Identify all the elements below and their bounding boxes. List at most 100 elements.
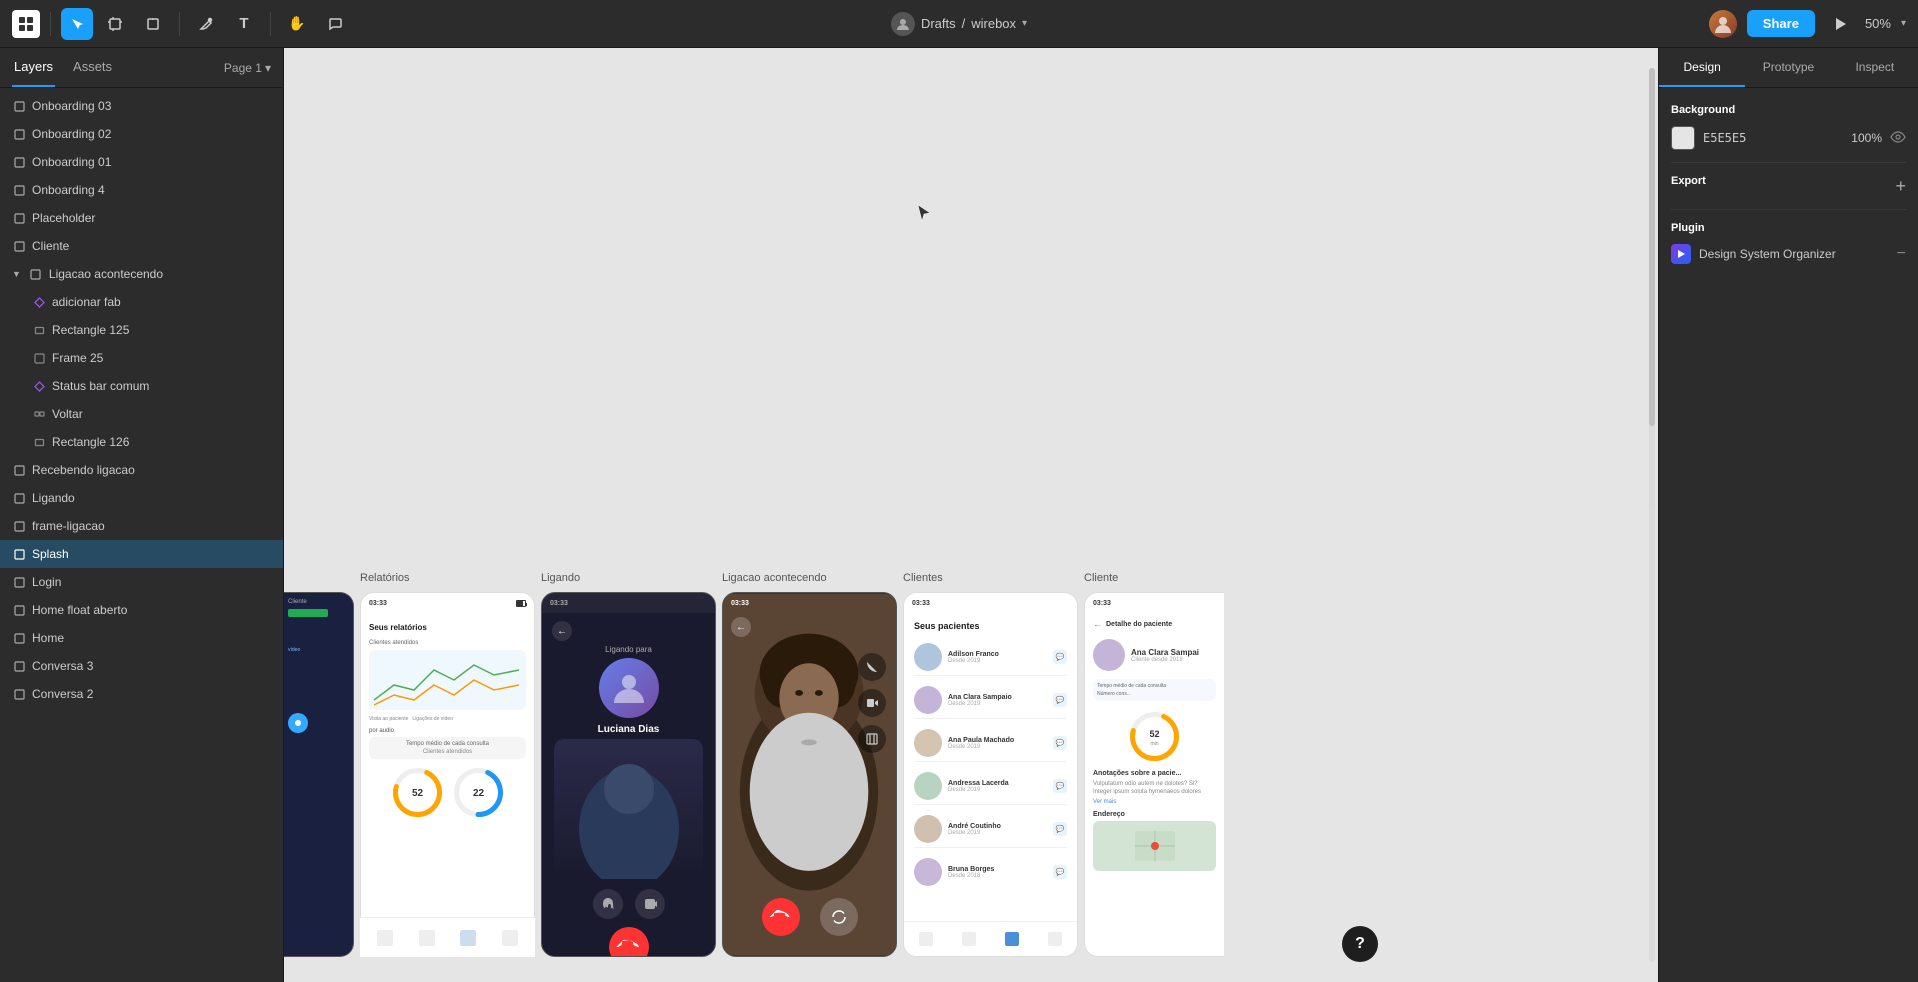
- canvas-frames-row: Cliente vídeo Relatórios 03:33: [284, 552, 1648, 982]
- tab-layers[interactable]: Layers: [12, 48, 55, 87]
- layer-item[interactable]: ▼ Ligacao acontecendo: [0, 260, 283, 288]
- svg-text:min: min: [1150, 741, 1158, 747]
- layer-item[interactable]: Frame 25: [0, 344, 283, 372]
- filename-label[interactable]: wirebox: [971, 16, 1016, 31]
- layer-item[interactable]: Conversa 2: [0, 680, 283, 708]
- breadcrumb-separator: /: [962, 16, 966, 31]
- plugin-icon: [1671, 244, 1691, 264]
- toolbar-right: Share 50% ▾: [1709, 9, 1906, 39]
- export-section-title: Export: [1671, 175, 1706, 187]
- layer-item[interactable]: adicionar fab: [0, 288, 283, 316]
- vertical-scrollbar[interactable]: [1649, 68, 1655, 962]
- frame-label: Cliente: [1084, 572, 1118, 584]
- frame-icon: [12, 659, 26, 673]
- frame-relatorios: Relatórios 03:33 Seus relatórios: [360, 592, 535, 957]
- left-tabs: Layers Assets Page 1 ▾: [0, 48, 283, 88]
- layer-item[interactable]: Placeholder: [0, 204, 283, 232]
- select-tool[interactable]: [61, 8, 93, 40]
- shape-tool[interactable]: [137, 8, 169, 40]
- frame-clientes: Clientes 03:33 Seus pacientes: [903, 592, 1078, 957]
- frame-icon: [12, 463, 26, 477]
- home-button[interactable]: [12, 10, 40, 38]
- layer-item[interactable]: Onboarding 03: [0, 92, 283, 120]
- zoom-level[interactable]: 50%: [1865, 16, 1891, 31]
- tab-prototype[interactable]: Prototype: [1745, 48, 1831, 87]
- partial-frame: Cliente vídeo: [284, 592, 354, 957]
- frame-icon: [12, 575, 26, 589]
- layer-item[interactable]: Cliente: [0, 232, 283, 260]
- zoom-caret[interactable]: ▾: [1901, 18, 1906, 29]
- frame-label: Clientes: [903, 572, 943, 584]
- frame-icon: [12, 239, 26, 253]
- background-color-swatch[interactable]: [1671, 126, 1695, 150]
- layer-item[interactable]: Onboarding 4: [0, 176, 283, 204]
- background-opacity[interactable]: 100%: [1851, 131, 1882, 145]
- frame-icon: [12, 211, 26, 225]
- export-add-button[interactable]: +: [1895, 176, 1906, 197]
- pen-tool[interactable]: [190, 8, 222, 40]
- toolbar-left: T ✋: [12, 8, 351, 40]
- layer-item[interactable]: Rectangle 125: [0, 316, 283, 344]
- plugin-name: Design System Organizer: [1699, 247, 1889, 261]
- frame-icon: [12, 631, 26, 645]
- layer-item[interactable]: Login: [0, 568, 283, 596]
- frame-ligacao-acontecendo: Ligacao acontecendo: [722, 592, 897, 957]
- right-panel-tabs: Design Prototype Inspect: [1659, 48, 1918, 88]
- divider-1: [1671, 162, 1906, 163]
- plugin-section-title: Plugin: [1671, 222, 1906, 234]
- frame-icon: [29, 267, 43, 281]
- scrollbar-thumb[interactable]: [1649, 68, 1655, 426]
- layer-item[interactable]: Status bar comum: [0, 372, 283, 400]
- tab-design[interactable]: Design: [1659, 48, 1745, 87]
- frame-label: Ligando: [541, 572, 580, 584]
- group-icon: [32, 407, 46, 421]
- frame-icon: [12, 491, 26, 505]
- tab-inspect[interactable]: Inspect: [1832, 48, 1918, 87]
- toolbar-center: Drafts / wirebox ▾: [891, 12, 1027, 36]
- share-button[interactable]: Share: [1747, 10, 1815, 37]
- plugin-remove-button[interactable]: −: [1897, 245, 1906, 263]
- component-icon: [32, 295, 46, 309]
- svg-text:22: 22: [472, 788, 484, 799]
- layer-item-splash[interactable]: Splash: [0, 540, 283, 568]
- user-avatar-small: [891, 12, 915, 36]
- layer-item[interactable]: Home float aberto: [0, 596, 283, 624]
- comment-tool[interactable]: [319, 8, 351, 40]
- play-button[interactable]: [1825, 9, 1855, 39]
- component-icon: [32, 379, 46, 393]
- hand-tool[interactable]: ✋: [281, 8, 313, 40]
- canvas-area[interactable]: Cliente vídeo Relatórios 03:33: [284, 48, 1658, 982]
- layer-item[interactable]: frame-ligacao: [0, 512, 283, 540]
- svg-text:52: 52: [411, 788, 423, 799]
- expand-caret: ▼: [12, 269, 21, 279]
- layer-item[interactable]: Onboarding 02: [0, 120, 283, 148]
- help-button[interactable]: ?: [1342, 926, 1378, 962]
- frame-icon: [12, 183, 26, 197]
- layer-item[interactable]: Recebendo ligacao: [0, 456, 283, 484]
- background-hex[interactable]: E5E5E5: [1703, 131, 1843, 145]
- frame-icon: [12, 519, 26, 533]
- divider-2: [1671, 209, 1906, 210]
- eye-icon[interactable]: [1890, 129, 1906, 148]
- tab-assets[interactable]: Assets: [71, 48, 114, 87]
- filename-caret[interactable]: ▾: [1022, 18, 1027, 29]
- rect-icon: [32, 435, 46, 449]
- rect-icon: [32, 323, 46, 337]
- plugin-section: Plugin Design System Organizer −: [1671, 222, 1906, 264]
- layer-item[interactable]: Voltar: [0, 400, 283, 428]
- project-label: Drafts: [921, 16, 956, 31]
- frame-label: Relatórios: [360, 572, 410, 584]
- frame-cliente: Cliente 03:33 ← Detalhe do paciente: [1084, 592, 1224, 957]
- frame-icon: [12, 547, 26, 561]
- layers-list: Onboarding 03 Onboarding 02 Onboarding 0…: [0, 88, 283, 982]
- layer-item[interactable]: Home: [0, 624, 283, 652]
- frame-tool[interactable]: [99, 8, 131, 40]
- layer-item[interactable]: Rectangle 126: [0, 428, 283, 456]
- frame-ligando: Ligando 03:33 ← Ligando para: [541, 592, 716, 957]
- layer-item[interactable]: Onboarding 01: [0, 148, 283, 176]
- page-selector[interactable]: Page 1 ▾: [224, 61, 271, 75]
- layer-item[interactable]: Ligando: [0, 484, 283, 512]
- layer-item[interactable]: Conversa 3: [0, 652, 283, 680]
- text-tool[interactable]: T: [228, 8, 260, 40]
- right-panel-content: Background E5E5E5 100% Export +: [1659, 88, 1918, 982]
